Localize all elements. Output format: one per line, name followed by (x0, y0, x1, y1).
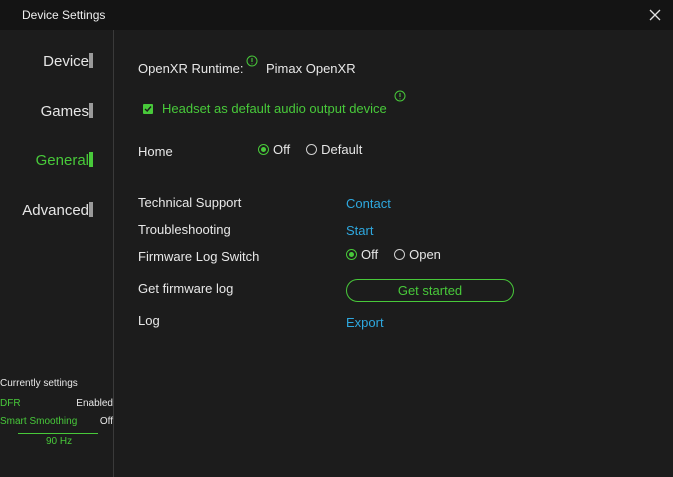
get-started-button[interactable]: Get started (346, 279, 514, 302)
home-option-off[interactable]: Off (258, 142, 290, 157)
current-settings-title: Currently settings (0, 378, 78, 389)
sidebar-item-games[interactable]: Games (40, 99, 93, 123)
check-icon (144, 106, 152, 113)
sidebar-item-advanced[interactable]: Advanced (22, 198, 93, 222)
firmware-log-option-off[interactable]: Off (346, 247, 378, 262)
firmware-log-switch-label: Firmware Log Switch (138, 249, 260, 264)
firmware-log-radio-group: Off Open (346, 247, 451, 262)
radio-label: Default (321, 142, 363, 157)
get-firmware-log-label: Get firmware log (138, 281, 234, 296)
sidebar-item-label: Device (43, 52, 89, 70)
firmware-log-option-open[interactable]: Open (394, 247, 441, 262)
sidebar-item-label: Advanced (22, 201, 89, 219)
sidebar-item-label: Games (40, 102, 89, 120)
headset-audio-checkbox[interactable] (143, 104, 153, 114)
technical-support-label: Technical Support (138, 195, 242, 210)
radio-label: Open (409, 247, 441, 262)
title-bar: Device Settings (0, 0, 673, 30)
dfr-value: Enabled (76, 398, 113, 409)
radio-selected-icon (346, 249, 357, 260)
sidebar: Device Games General Advanced Currently … (0, 30, 114, 477)
start-troubleshooting-link[interactable]: Start (346, 223, 373, 238)
general-settings-panel: OpenXR Runtime: Pimax OpenXR Headset as … (114, 30, 673, 477)
radio-icon (394, 249, 406, 260)
radio-icon (306, 144, 318, 155)
radio-label: Off (273, 142, 291, 157)
troubleshooting-label: Troubleshooting (138, 222, 231, 237)
home-label: Home (138, 144, 173, 159)
log-label: Log (138, 313, 160, 328)
home-radio-group: Off Default (258, 142, 372, 157)
smart-smoothing-value: Off (99, 416, 113, 427)
dfr-label: DFR (0, 398, 21, 409)
sidebar-item-device[interactable]: Device (43, 49, 93, 73)
headset-audio-label[interactable]: Headset as default audio output device (162, 101, 387, 116)
sidebar-item-indicator (89, 53, 93, 68)
sidebar-item-indicator (89, 152, 93, 167)
export-log-link[interactable]: Export (346, 315, 384, 330)
contact-link[interactable]: Contact (346, 196, 391, 211)
radio-selected-icon (258, 144, 269, 155)
home-option-default[interactable]: Default (306, 142, 362, 157)
refresh-rate-value: 90 Hz (46, 436, 73, 447)
window-title: Device Settings (22, 8, 106, 22)
info-icon[interactable] (246, 55, 258, 67)
sidebar-item-label: General (35, 151, 89, 169)
info-icon[interactable] (394, 90, 406, 102)
close-icon[interactable] (645, 5, 665, 25)
openxr-runtime-value: Pimax OpenXR (266, 61, 356, 76)
refresh-rate-divider (18, 433, 98, 434)
sidebar-item-indicator (89, 202, 93, 217)
radio-label: Off (361, 247, 379, 262)
openxr-runtime-label: OpenXR Runtime: (138, 61, 244, 76)
sidebar-item-indicator (89, 103, 93, 118)
smart-smoothing-label: Smart Smoothing (0, 416, 78, 427)
sidebar-item-general[interactable]: General (35, 148, 93, 172)
